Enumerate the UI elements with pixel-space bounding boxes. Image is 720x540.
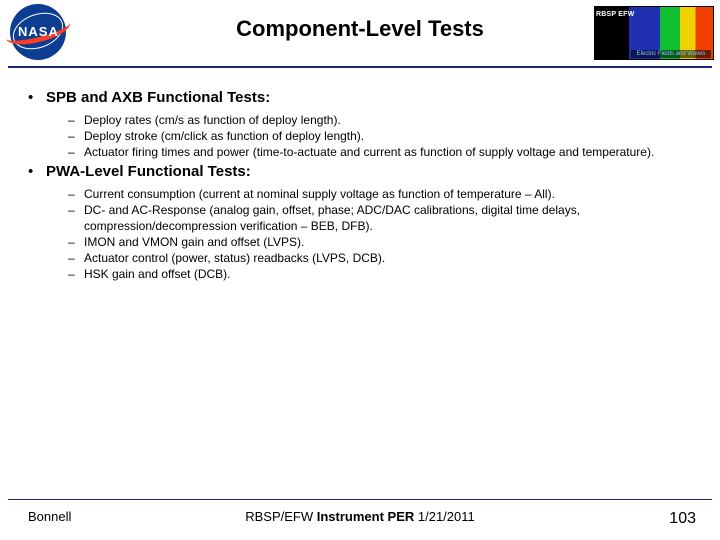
bullet-dot-icon: • — [28, 88, 46, 108]
footer-center-prefix: RBSP/EFW — [245, 509, 317, 524]
dash-icon: – — [68, 144, 84, 160]
footer-center-suffix: 1/21/2011 — [414, 509, 474, 524]
body: • SPB and AXB Functional Tests: –Deploy … — [28, 88, 700, 284]
list-item: –Actuator control (power, status) readba… — [68, 250, 700, 266]
header-rule — [8, 66, 712, 68]
dash-icon: – — [68, 202, 84, 234]
bullet-dot-icon: • — [28, 162, 46, 182]
list-item-text: Actuator control (power, status) readbac… — [84, 250, 700, 266]
dash-icon: – — [68, 266, 84, 282]
footer-center-bold: Instrument PER — [317, 509, 415, 524]
section-heading-text: PWA-Level Functional Tests: — [46, 162, 700, 182]
mission-logo: RBSP EFW Electric Fields and Waves — [594, 6, 714, 60]
list-item-text: Current consumption (current at nominal … — [84, 186, 700, 202]
list-item-text: IMON and VMON gain and offset (LVPS). — [84, 234, 700, 250]
section-items: –Deploy rates (cm/s as function of deplo… — [68, 112, 700, 160]
list-item-text: Deploy stroke (cm/click as function of d… — [84, 128, 700, 144]
header: NASA Component-Level Tests RBSP EFW Elec… — [0, 0, 720, 68]
dash-icon: – — [68, 234, 84, 250]
section-heading-text: SPB and AXB Functional Tests: — [46, 88, 700, 108]
list-item-text: DC- and AC-Response (analog gain, offset… — [84, 202, 700, 234]
dash-icon: – — [68, 112, 84, 128]
list-item: –IMON and VMON gain and offset (LVPS). — [68, 234, 700, 250]
footer-center: RBSP/EFW Instrument PER 1/21/2011 — [0, 509, 720, 524]
slide: NASA Component-Level Tests RBSP EFW Elec… — [0, 0, 720, 540]
section-heading: • PWA-Level Functional Tests: — [28, 162, 700, 182]
list-item: –Deploy rates (cm/s as function of deplo… — [68, 112, 700, 128]
list-item-text: Deploy rates (cm/s as function of deploy… — [84, 112, 700, 128]
nasa-logo: NASA — [6, 4, 76, 60]
list-item-text: Actuator firing times and power (time-to… — [84, 144, 700, 160]
list-item-text: HSK gain and offset (DCB). — [84, 266, 700, 282]
section-items: –Current consumption (current at nominal… — [68, 186, 700, 282]
list-item: –DC- and AC-Response (analog gain, offse… — [68, 202, 700, 234]
list-item: –HSK gain and offset (DCB). — [68, 266, 700, 282]
mission-caption: Electric Fields and Waves — [631, 50, 711, 58]
page-number: 103 — [669, 510, 696, 528]
footer-rule — [8, 499, 712, 500]
dash-icon: – — [68, 128, 84, 144]
dash-icon: – — [68, 250, 84, 266]
section-heading: • SPB and AXB Functional Tests: — [28, 88, 700, 108]
list-item: –Deploy stroke (cm/click as function of … — [68, 128, 700, 144]
nasa-meatball-icon: NASA — [6, 4, 72, 60]
list-item: –Actuator firing times and power (time-t… — [68, 144, 700, 160]
list-item: –Current consumption (current at nominal… — [68, 186, 700, 202]
mission-acronym: RBSP EFW — [596, 11, 634, 19]
dash-icon: – — [68, 186, 84, 202]
